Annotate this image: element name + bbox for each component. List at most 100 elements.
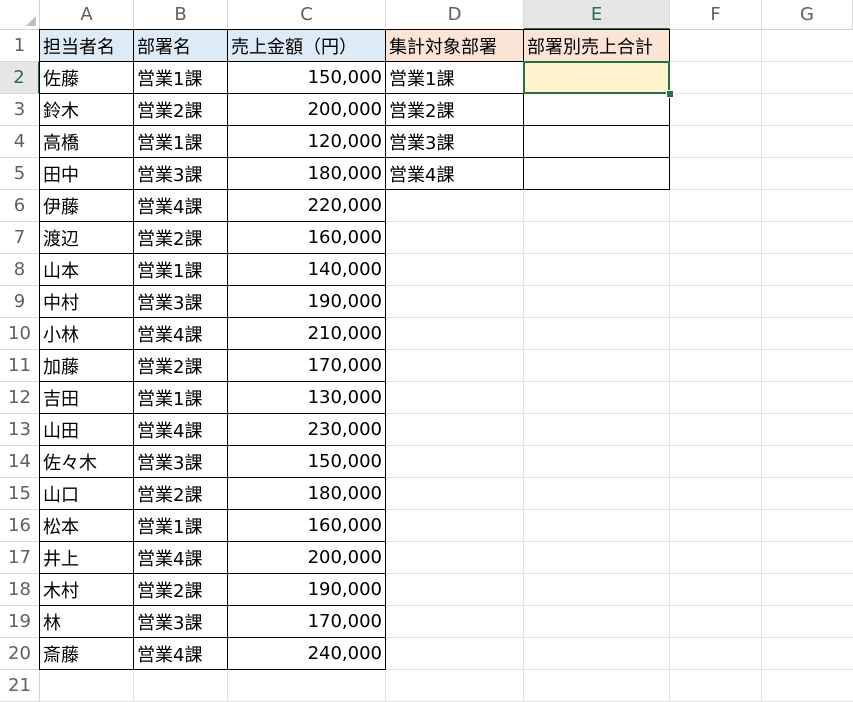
column-header-c[interactable]: C xyxy=(228,0,386,30)
row-header-17[interactable]: 17 xyxy=(0,542,40,574)
cell-a8[interactable]: 山本 xyxy=(39,253,134,286)
cell-c1[interactable]: 売上金額（円） xyxy=(227,29,386,62)
cell-c13[interactable]: 230,000 xyxy=(227,413,386,446)
cell-a17[interactable]: 井上 xyxy=(39,541,134,574)
select-all-corner[interactable] xyxy=(0,0,40,30)
cell-a10[interactable]: 小林 xyxy=(39,317,134,350)
cell-e2[interactable] xyxy=(523,61,670,94)
fill-handle[interactable] xyxy=(666,90,674,98)
cell-c16[interactable]: 160,000 xyxy=(227,509,386,542)
row-header-4[interactable]: 4 xyxy=(0,126,40,158)
cell-a14[interactable]: 佐々木 xyxy=(39,445,134,478)
cell-a7[interactable]: 渡辺 xyxy=(39,221,134,254)
cell-b3[interactable]: 営業2課 xyxy=(133,93,228,126)
cell-e4[interactable] xyxy=(523,125,670,158)
cell-b12[interactable]: 営業1課 xyxy=(133,381,228,414)
cell-c15[interactable]: 180,000 xyxy=(227,477,386,510)
cell-b17[interactable]: 営業4課 xyxy=(133,541,228,574)
row-header-9[interactable]: 9 xyxy=(0,286,40,318)
cell-d4[interactable]: 営業3課 xyxy=(385,125,524,158)
cell-a4[interactable]: 高橋 xyxy=(39,125,134,158)
cell-c4[interactable]: 120,000 xyxy=(227,125,386,158)
cell-b6[interactable]: 営業4課 xyxy=(133,189,228,222)
row-header-7[interactable]: 7 xyxy=(0,222,40,254)
row-header-16[interactable]: 16 xyxy=(0,510,40,542)
cell-c5[interactable]: 180,000 xyxy=(227,157,386,190)
cell-b1[interactable]: 部署名 xyxy=(133,29,228,62)
cell-c17[interactable]: 200,000 xyxy=(227,541,386,574)
row-header-11[interactable]: 11 xyxy=(0,350,40,382)
column-header-d[interactable]: D xyxy=(386,0,524,30)
cell-c7[interactable]: 160,000 xyxy=(227,221,386,254)
row-header-8[interactable]: 8 xyxy=(0,254,40,286)
row-header-1[interactable]: 1 xyxy=(0,30,40,62)
cell-c10[interactable]: 210,000 xyxy=(227,317,386,350)
cell-b11[interactable]: 営業2課 xyxy=(133,349,228,382)
cell-b16[interactable]: 営業1課 xyxy=(133,509,228,542)
cell-b19[interactable]: 営業3課 xyxy=(133,605,228,638)
cell-c6[interactable]: 220,000 xyxy=(227,189,386,222)
cell-a11[interactable]: 加藤 xyxy=(39,349,134,382)
cell-b14[interactable]: 営業3課 xyxy=(133,445,228,478)
cell-a5[interactable]: 田中 xyxy=(39,157,134,190)
cell-b5[interactable]: 営業3課 xyxy=(133,157,228,190)
row-header-18[interactable]: 18 xyxy=(0,574,40,606)
cell-e1[interactable]: 部署別売上合計 xyxy=(523,29,670,62)
row-header-10[interactable]: 10 xyxy=(0,318,40,350)
row-header-20[interactable]: 20 xyxy=(0,638,40,670)
cell-c18[interactable]: 190,000 xyxy=(227,573,386,606)
row-header-3[interactable]: 3 xyxy=(0,94,40,126)
cell-b9[interactable]: 営業3課 xyxy=(133,285,228,318)
cell-b7[interactable]: 営業2課 xyxy=(133,221,228,254)
column-header-e[interactable]: E xyxy=(524,0,670,30)
row-header-15[interactable]: 15 xyxy=(0,478,40,510)
row-header-5[interactable]: 5 xyxy=(0,158,40,190)
cell-c9[interactable]: 190,000 xyxy=(227,285,386,318)
cell-b4[interactable]: 営業1課 xyxy=(133,125,228,158)
cell-c8[interactable]: 140,000 xyxy=(227,253,386,286)
row-header-21[interactable]: 21 xyxy=(0,670,40,702)
column-header-g[interactable]: G xyxy=(762,0,853,30)
cell-d1[interactable]: 集計対象部署 xyxy=(385,29,524,62)
cell-b2[interactable]: 営業1課 xyxy=(133,61,228,94)
cell-a1[interactable]: 担当者名 xyxy=(39,29,134,62)
row-header-14[interactable]: 14 xyxy=(0,446,40,478)
cell-c11[interactable]: 170,000 xyxy=(227,349,386,382)
cell-c2[interactable]: 150,000 xyxy=(227,61,386,94)
cell-a20[interactable]: 斎藤 xyxy=(39,637,134,670)
row-header-19[interactable]: 19 xyxy=(0,606,40,638)
cell-a9[interactable]: 中村 xyxy=(39,285,134,318)
column-header-a[interactable]: A xyxy=(40,0,134,30)
cell-a16[interactable]: 松本 xyxy=(39,509,134,542)
cell-a3[interactable]: 鈴木 xyxy=(39,93,134,126)
row-header-12[interactable]: 12 xyxy=(0,382,40,414)
cell-a19[interactable]: 林 xyxy=(39,605,134,638)
cell-a6[interactable]: 伊藤 xyxy=(39,189,134,222)
column-header-f[interactable]: F xyxy=(670,0,762,30)
cell-c12[interactable]: 130,000 xyxy=(227,381,386,414)
cell-a18[interactable]: 木村 xyxy=(39,573,134,606)
cell-d3[interactable]: 営業2課 xyxy=(385,93,524,126)
column-header-b[interactable]: B xyxy=(134,0,228,30)
row-header-13[interactable]: 13 xyxy=(0,414,40,446)
cell-c20[interactable]: 240,000 xyxy=(227,637,386,670)
cell-b8[interactable]: 営業1課 xyxy=(133,253,228,286)
cell-d2[interactable]: 営業1課 xyxy=(385,61,524,94)
cell-c14[interactable]: 150,000 xyxy=(227,445,386,478)
spreadsheet-grid[interactable]: A B C D E F G 1 2 3 4 5 6 7 8 9 10 11 12 13 14 15 16 17 18 19 20 21… xyxy=(0,0,853,702)
cell-e3[interactable] xyxy=(523,93,670,126)
cell-b10[interactable]: 営業4課 xyxy=(133,317,228,350)
cell-a12[interactable]: 吉田 xyxy=(39,381,134,414)
cell-b15[interactable]: 営業2課 xyxy=(133,477,228,510)
row-header-2[interactable]: 2 xyxy=(0,62,40,94)
cell-b13[interactable]: 営業4課 xyxy=(133,413,228,446)
cell-a13[interactable]: 山田 xyxy=(39,413,134,446)
cell-b20[interactable]: 営業4課 xyxy=(133,637,228,670)
cell-d5[interactable]: 営業4課 xyxy=(385,157,524,190)
cell-e5[interactable] xyxy=(523,157,670,190)
cell-b18[interactable]: 営業2課 xyxy=(133,573,228,606)
row-header-6[interactable]: 6 xyxy=(0,190,40,222)
cell-c3[interactable]: 200,000 xyxy=(227,93,386,126)
cell-a2[interactable]: 佐藤 xyxy=(39,61,134,94)
cell-a15[interactable]: 山口 xyxy=(39,477,134,510)
